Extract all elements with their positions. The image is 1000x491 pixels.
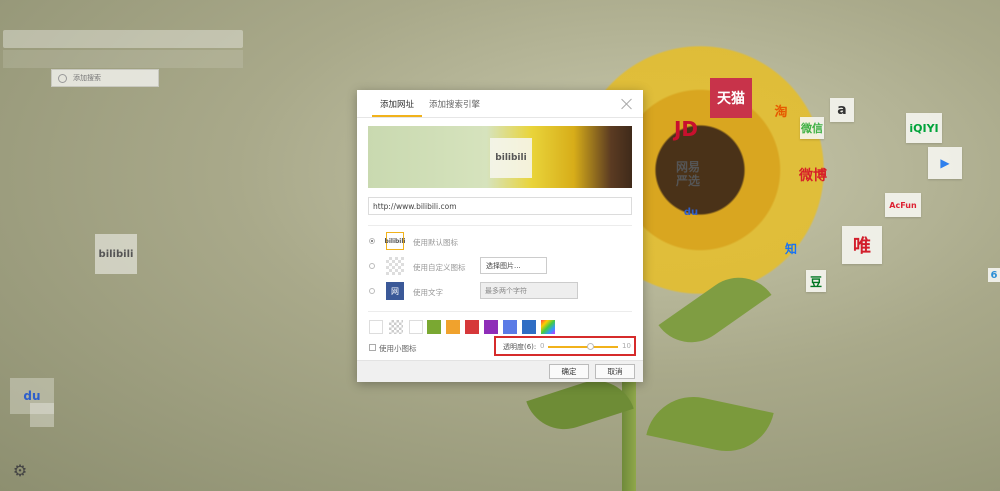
- preview-tile-bilibili: bilibili: [490, 138, 532, 178]
- swatch-custom-color[interactable]: [541, 320, 555, 334]
- search-bar-shadow: [3, 50, 243, 68]
- opacity-max: 10: [622, 342, 631, 350]
- ok-button[interactable]: 确定: [549, 364, 589, 379]
- add-search-engine-button[interactable]: 添加搜索: [51, 69, 159, 87]
- custom-icon-label: 使用自定义图标: [413, 263, 466, 272]
- search-engine-icon: [58, 73, 67, 83]
- custom-icon-preview: [386, 257, 404, 275]
- close-icon[interactable]: [621, 98, 633, 110]
- swatch-white[interactable]: [369, 320, 383, 334]
- divider: [368, 225, 632, 226]
- divider: [368, 311, 632, 312]
- swatch-red[interactable]: [465, 320, 479, 334]
- leaf-decoration: [646, 388, 774, 460]
- dialog-tabs: 添加网址 添加搜索引擎: [357, 90, 643, 118]
- swatch-dark-blue[interactable]: [522, 320, 536, 334]
- tile-douban[interactable]: 豆: [806, 270, 826, 292]
- icon-text-input[interactable]: 最多两个字符: [480, 282, 578, 299]
- radio-default-icon[interactable]: [369, 238, 375, 244]
- swatch-green[interactable]: [427, 320, 441, 334]
- text-icon-label: 使用文字: [413, 288, 443, 297]
- tile-jd[interactable]: JD: [666, 112, 706, 146]
- tab-add-search-engine[interactable]: 添加搜索引擎: [429, 98, 480, 110]
- tile-zhihu[interactable]: 知: [780, 238, 802, 258]
- small-icon-label: 使用小图标: [379, 344, 417, 353]
- tab-add-url[interactable]: 添加网址: [371, 98, 423, 117]
- swatch-purple[interactable]: [484, 320, 498, 334]
- search-bar[interactable]: [3, 30, 243, 48]
- side-edge-tab[interactable]: 6: [988, 268, 1000, 282]
- swatch-blue[interactable]: [503, 320, 517, 334]
- tile-taobao[interactable]: 淘: [768, 99, 794, 121]
- swatch-orange[interactable]: [446, 320, 460, 334]
- tile-vip[interactable]: 唯: [842, 226, 882, 264]
- text-icon-preview: 网: [386, 282, 404, 300]
- tile-acfun[interactable]: AcFun: [885, 193, 921, 217]
- tile-weibo[interactable]: 微博: [793, 160, 833, 190]
- tile-iqiyi[interactable]: iQIYI: [906, 113, 942, 143]
- wangyi-line1: 网易: [675, 159, 700, 174]
- opacity-control: 透明度(6): 0 10: [494, 336, 636, 356]
- cancel-button[interactable]: 取消: [595, 364, 635, 379]
- tile-wechat[interactable]: 微信: [800, 117, 824, 139]
- radio-custom-icon[interactable]: [369, 263, 375, 269]
- opacity-min: 0: [540, 342, 545, 350]
- tile-tmall[interactable]: 天猫: [710, 78, 752, 118]
- small-icon-checkbox[interactable]: [369, 344, 376, 351]
- url-input[interactable]: [368, 197, 632, 215]
- tile-baidu-small[interactable]: du: [680, 201, 702, 223]
- opacity-slider-handle[interactable]: [587, 343, 594, 350]
- add-search-engine-label: 添加搜索: [73, 74, 101, 82]
- radio-text-icon[interactable]: [369, 288, 375, 294]
- choose-image-button[interactable]: 选择图片...: [480, 257, 547, 274]
- swatch-white-2[interactable]: [409, 320, 423, 334]
- opacity-slider-track[interactable]: [548, 346, 618, 348]
- dialog-footer: 确定 取消: [357, 360, 643, 382]
- tile-bilibili[interactable]: bilibili: [95, 234, 137, 274]
- tile-preview: bilibili: [368, 126, 632, 188]
- swatch-transparent[interactable]: [389, 320, 403, 334]
- default-icon-label: 使用默认图标: [413, 238, 458, 247]
- tile-baidu-shadow: [30, 403, 54, 427]
- tile-wangyi-yanxuan[interactable]: 网易 严选: [668, 152, 708, 196]
- tile-amazon[interactable]: a: [830, 98, 854, 122]
- add-site-dialog: 添加网址 添加搜索引擎 bilibili bilibili 使用默认图标 使用自…: [357, 90, 643, 382]
- wangyi-line2: 严选: [675, 174, 700, 188]
- default-icon-preview: bilibili: [385, 232, 405, 250]
- opacity-label: 透明度(6):: [503, 343, 537, 351]
- tile-tencent-video[interactable]: ▶: [928, 147, 962, 179]
- gear-icon[interactable]: ⚙: [10, 460, 30, 480]
